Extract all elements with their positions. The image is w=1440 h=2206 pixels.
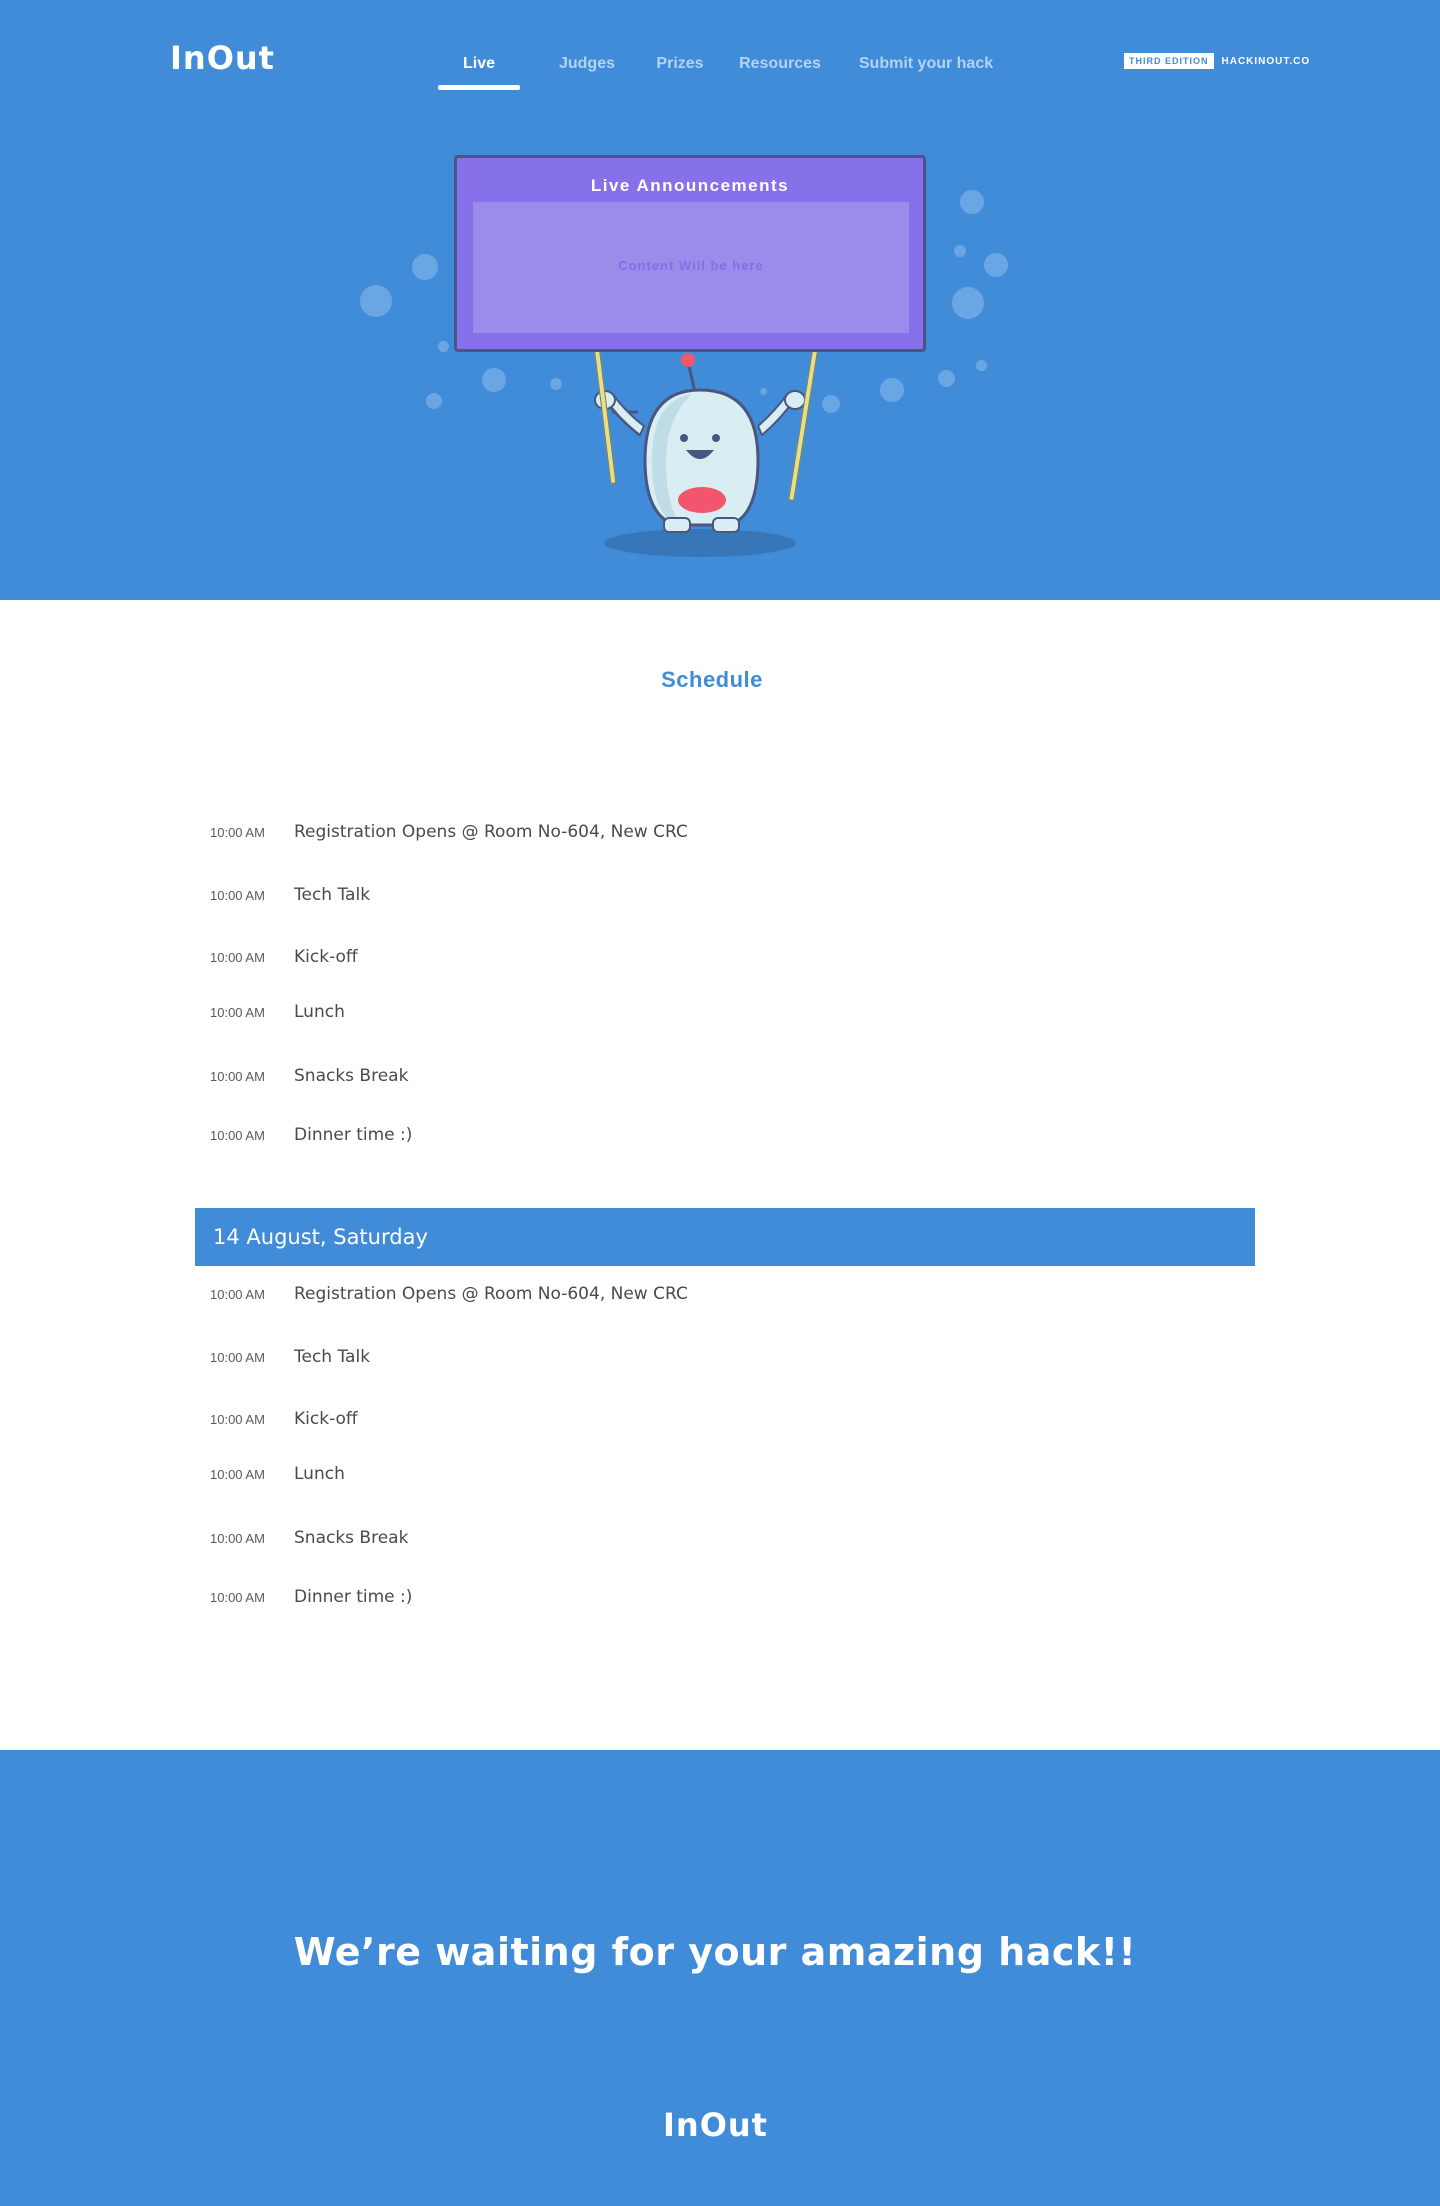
- schedule-row: 10:00 AM Dinner time :): [195, 1582, 1255, 1612]
- bubble-decoration: [952, 287, 984, 319]
- bubble-decoration: [960, 190, 984, 214]
- event-time: 10:00 AM: [210, 1127, 265, 1143]
- bubble-decoration: [550, 378, 562, 390]
- bubble-decoration: [360, 285, 392, 317]
- bubble-decoration: [954, 245, 966, 257]
- event-title: Lunch: [294, 1464, 345, 1484]
- event-title: Registration Opens @ Room No-604, New CR…: [294, 822, 688, 842]
- event-title: Snacks Break: [294, 1528, 409, 1548]
- edition-link[interactable]: THIRD EDITION HACKINOUT.CO: [1124, 53, 1310, 69]
- bubble-decoration: [412, 254, 438, 280]
- event-time: 10:00 AM: [210, 1466, 265, 1482]
- nav-live[interactable]: Live: [438, 44, 520, 90]
- live-announcements-board: Live Announcements Content Will be here: [454, 155, 926, 352]
- event-time: 10:00 AM: [210, 1530, 265, 1546]
- event-time: 10:00 AM: [210, 1286, 265, 1302]
- robot-mascot-illustration: [594, 353, 806, 557]
- day-header-bar: 14 August, Saturday: [195, 1208, 1255, 1266]
- bubble-decoration: [984, 253, 1008, 277]
- schedule-row: 10:00 AM Snacks Break: [195, 1061, 1255, 1091]
- schedule-row: 10:00 AM Kick-off: [195, 1404, 1255, 1434]
- schedule-heading: Schedule: [661, 667, 763, 692]
- bubble-decoration: [880, 378, 904, 402]
- schedule-row: 10:00 AM Lunch: [195, 997, 1255, 1027]
- site-label: HACKINOUT.CO: [1221, 55, 1311, 67]
- day-header-label: 14 August, Saturday: [213, 1225, 428, 1249]
- event-time: 10:00 AM: [210, 1411, 265, 1427]
- schedule-row: 10:00 AM Snacks Break: [195, 1523, 1255, 1553]
- event-title: Dinner time :): [294, 1125, 413, 1145]
- inout-logo: InOut: [663, 2106, 768, 2144]
- announcements-content-area: Content Will be here: [473, 202, 909, 333]
- event-title: Kick-off: [294, 1409, 358, 1429]
- event-title: Tech Talk: [294, 885, 371, 905]
- event-title: Kick-off: [294, 947, 358, 967]
- event-time: 10:00 AM: [210, 887, 265, 903]
- bubble-decoration: [938, 370, 955, 387]
- bubble-decoration: [426, 393, 442, 409]
- hero-section: InOut Live Judges Prizes Resources Submi…: [0, 0, 1440, 600]
- event-title: Registration Opens @ Room No-604, New CR…: [294, 1284, 688, 1304]
- footer-section: We’re waiting for your amazing hack!! In…: [0, 1750, 1440, 2206]
- bubble-decoration: [822, 395, 840, 413]
- event-title: Tech Talk: [294, 1347, 371, 1367]
- event-time: 10:00 AM: [210, 1068, 265, 1084]
- footer-cta-heading: We’re waiting for your amazing hack!!: [293, 1930, 1137, 1974]
- schedule-row: 10:00 AM Registration Opens @ Room No-60…: [195, 1279, 1255, 1309]
- event-time: 10:00 AM: [210, 1349, 265, 1365]
- event-time: 10:00 AM: [210, 824, 265, 840]
- schedule-row: 10:00 AM Kick-off: [195, 942, 1255, 972]
- event-time: 10:00 AM: [210, 1589, 265, 1605]
- event-time: 10:00 AM: [210, 949, 265, 965]
- bubble-decoration: [482, 368, 506, 392]
- schedule-row: 10:00 AM Lunch: [195, 1459, 1255, 1489]
- nav-judges[interactable]: Judges: [552, 44, 622, 90]
- nav-submit-your-hack[interactable]: Submit your hack: [850, 44, 1002, 90]
- event-title: Lunch: [294, 1002, 345, 1022]
- announcements-placeholder: Content Will be here: [618, 258, 764, 273]
- schedule-row: 10:00 AM Dinner time :): [195, 1120, 1255, 1150]
- edition-badge: THIRD EDITION: [1124, 53, 1214, 69]
- bubble-decoration: [976, 360, 987, 371]
- nav-prizes[interactable]: Prizes: [650, 44, 710, 90]
- bubble-decoration: [438, 341, 449, 352]
- nav-resources[interactable]: Resources: [734, 44, 826, 90]
- event-time: 10:00 AM: [210, 1004, 265, 1020]
- schedule-row: 10:00 AM Tech Talk: [195, 1342, 1255, 1372]
- event-title: Dinner time :): [294, 1587, 413, 1607]
- footer-logo-link[interactable]: InOut: [663, 2106, 768, 2144]
- event-title: Snacks Break: [294, 1066, 409, 1086]
- main-nav: Live Judges Prizes Resources Submit your…: [0, 44, 1440, 94]
- announcements-title: Live Announcements: [590, 176, 790, 195]
- schedule-row: 10:00 AM Tech Talk: [195, 880, 1255, 910]
- schedule-row: 10:00 AM Registration Opens @ Room No-60…: [195, 817, 1255, 847]
